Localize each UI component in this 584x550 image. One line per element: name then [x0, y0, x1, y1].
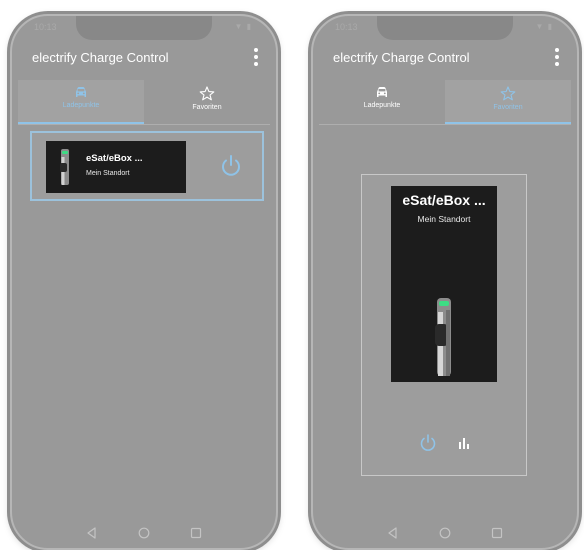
status-icons: ▼ ▮	[535, 22, 553, 31]
status-time: 10:13	[335, 22, 358, 32]
car-icon	[377, 87, 387, 97]
back-icon[interactable]	[86, 527, 98, 539]
app-title: electrify Charge Control	[333, 50, 470, 65]
tab-label: Favoriten	[493, 104, 523, 111]
system-nav-bar	[313, 522, 577, 544]
system-nav-bar	[12, 522, 276, 544]
phone-left: 10:13 ▼ ▮ electrify Charge Control Ladep…	[10, 14, 278, 550]
station-name: eSat/eBox ...	[402, 192, 486, 208]
home-icon[interactable]	[138, 527, 150, 539]
favorite-station-card[interactable]: eSat/eBox ... Mein Standort	[361, 174, 527, 476]
tab-ladepunkte[interactable]: Ladepunkte	[319, 80, 445, 124]
power-icon[interactable]	[418, 433, 438, 453]
notch	[377, 16, 513, 40]
statistics-icon[interactable]	[457, 437, 471, 449]
station-location: Mein Standort	[86, 170, 130, 177]
tab-favoriten[interactable]: Favoriten	[144, 80, 270, 124]
charger-image	[435, 298, 451, 376]
notch	[76, 16, 212, 40]
tab-label: Ladepunkte	[62, 102, 100, 109]
star-icon	[500, 86, 516, 101]
phone-right: 10:13 ▼ ▮ electrify Charge Control Ladep…	[311, 14, 579, 550]
overflow-menu-icon[interactable]	[252, 47, 260, 67]
charge-point-list-item[interactable]: eSat/eBox ... Mein Standort	[30, 131, 264, 201]
tab-divider	[319, 124, 571, 125]
home-icon[interactable]	[439, 527, 451, 539]
overflow-menu-icon[interactable]	[553, 47, 561, 67]
station-tile[interactable]: eSat/eBox ... Mein Standort	[391, 186, 497, 382]
tab-bar: Ladepunkte Favoriten	[18, 80, 270, 124]
station-card[interactable]: eSat/eBox ... Mein Standort	[46, 141, 186, 193]
tab-divider	[18, 124, 270, 125]
recents-icon[interactable]	[190, 527, 202, 539]
power-icon[interactable]	[218, 153, 244, 179]
app-title: electrify Charge Control	[32, 50, 169, 65]
tab-bar: Ladepunkte Favoriten	[319, 80, 571, 124]
star-icon	[199, 86, 215, 101]
recents-icon[interactable]	[491, 527, 503, 539]
station-name: eSat/eBox ...	[86, 153, 143, 164]
station-location: Mein Standort	[417, 214, 471, 224]
tab-favoriten[interactable]: Favoriten	[445, 80, 571, 124]
charger-image	[60, 149, 69, 185]
tab-ladepunkte[interactable]: Ladepunkte	[18, 80, 144, 124]
car-icon	[76, 87, 86, 97]
tab-label: Ladepunkte	[363, 102, 401, 109]
status-time: 10:13	[34, 22, 57, 32]
tab-label: Favoriten	[192, 104, 222, 111]
back-icon[interactable]	[387, 527, 399, 539]
status-icons: ▼ ▮	[234, 22, 252, 31]
